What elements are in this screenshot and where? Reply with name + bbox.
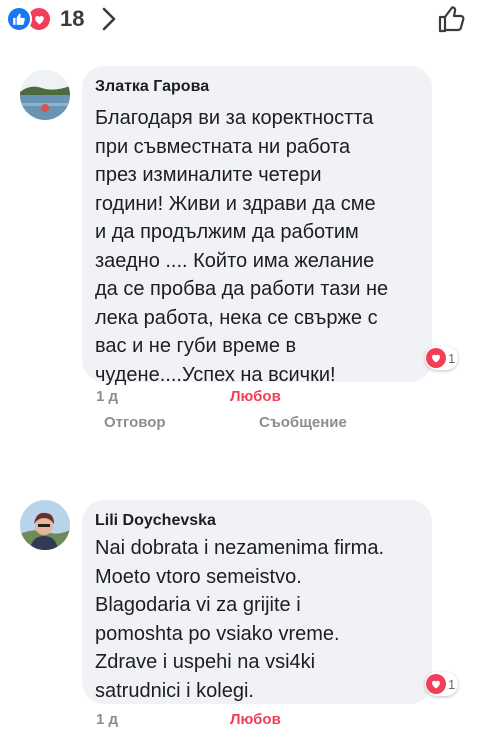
comment-line: Moeto vtoro semeistvo. bbox=[95, 565, 302, 588]
comment-author[interactable]: Lili Doychevska bbox=[95, 512, 216, 530]
comment-line: вас и не губи време в bbox=[95, 335, 297, 357]
comment-time: 1 д bbox=[96, 711, 119, 728]
comment-line: чудене....Успех на всички! bbox=[95, 363, 336, 386]
comment-line: да се пробва да работи тази не bbox=[95, 278, 389, 300]
reply-button[interactable]: Отговор bbox=[104, 414, 166, 431]
thumbs-up-outline-icon[interactable] bbox=[437, 4, 467, 34]
reaction-count: 18 bbox=[60, 6, 85, 31]
comment-line: заедно .... Който има желание bbox=[95, 249, 375, 272]
comment-reaction-badge[interactable]: 1 bbox=[425, 346, 459, 370]
message-button[interactable]: Съобщение bbox=[259, 414, 347, 431]
comment-line: Nai dobrata i nezamenima firma. bbox=[95, 537, 385, 559]
avatar[interactable] bbox=[20, 500, 70, 550]
comment-line: през изминалите четери bbox=[95, 164, 322, 186]
comment-line: Zdrave i uspehi na vsi4ki bbox=[95, 651, 316, 673]
love-icon bbox=[426, 348, 446, 368]
comment-line: pomoshta po vsiako vreme. bbox=[95, 622, 340, 645]
comment-text: Nai dobrata i nezamenima firma. Moeto vt… bbox=[95, 534, 384, 705]
avatar[interactable] bbox=[20, 70, 70, 120]
reactions-bar: 18 bbox=[0, 0, 487, 44]
comment-bubble: Златка Гарова Благодаря ви за коректност… bbox=[82, 66, 432, 386]
comment-reaction-count: 1 bbox=[448, 350, 456, 366]
comment-line: Blagodaria vi za grijite i bbox=[95, 594, 301, 616]
comment-line: години! Живи и здрави да сме bbox=[95, 192, 376, 215]
love-icon bbox=[426, 674, 446, 694]
chevron-right-icon[interactable] bbox=[98, 7, 120, 31]
comment-line: при съвместната ни работа bbox=[95, 135, 351, 158]
comment-line: и да продължим да работим bbox=[95, 221, 359, 243]
reaction-label[interactable]: Любов bbox=[230, 711, 281, 728]
comment-reaction-badge[interactable]: 1 bbox=[425, 672, 459, 696]
comment-text: Благодаря ви за коректността при съвмест… bbox=[95, 104, 388, 389]
comment-line: лека работа, нека се свърже с bbox=[95, 306, 378, 329]
comment-reaction-count: 1 bbox=[448, 676, 456, 692]
comment-author[interactable]: Златка Гарова bbox=[95, 78, 209, 96]
comment-line: satrudnici i kolegi. bbox=[95, 679, 254, 702]
comment-time: 1 д bbox=[96, 388, 119, 405]
like-icon bbox=[6, 6, 32, 32]
comment-bubble: Lili Doychevska Nai dobrata i nezamenima… bbox=[82, 500, 432, 704]
reaction-summary[interactable]: 18 bbox=[6, 6, 120, 32]
comment-line: Благодаря ви за коректността bbox=[95, 107, 374, 129]
reaction-label[interactable]: Любов bbox=[230, 388, 281, 405]
